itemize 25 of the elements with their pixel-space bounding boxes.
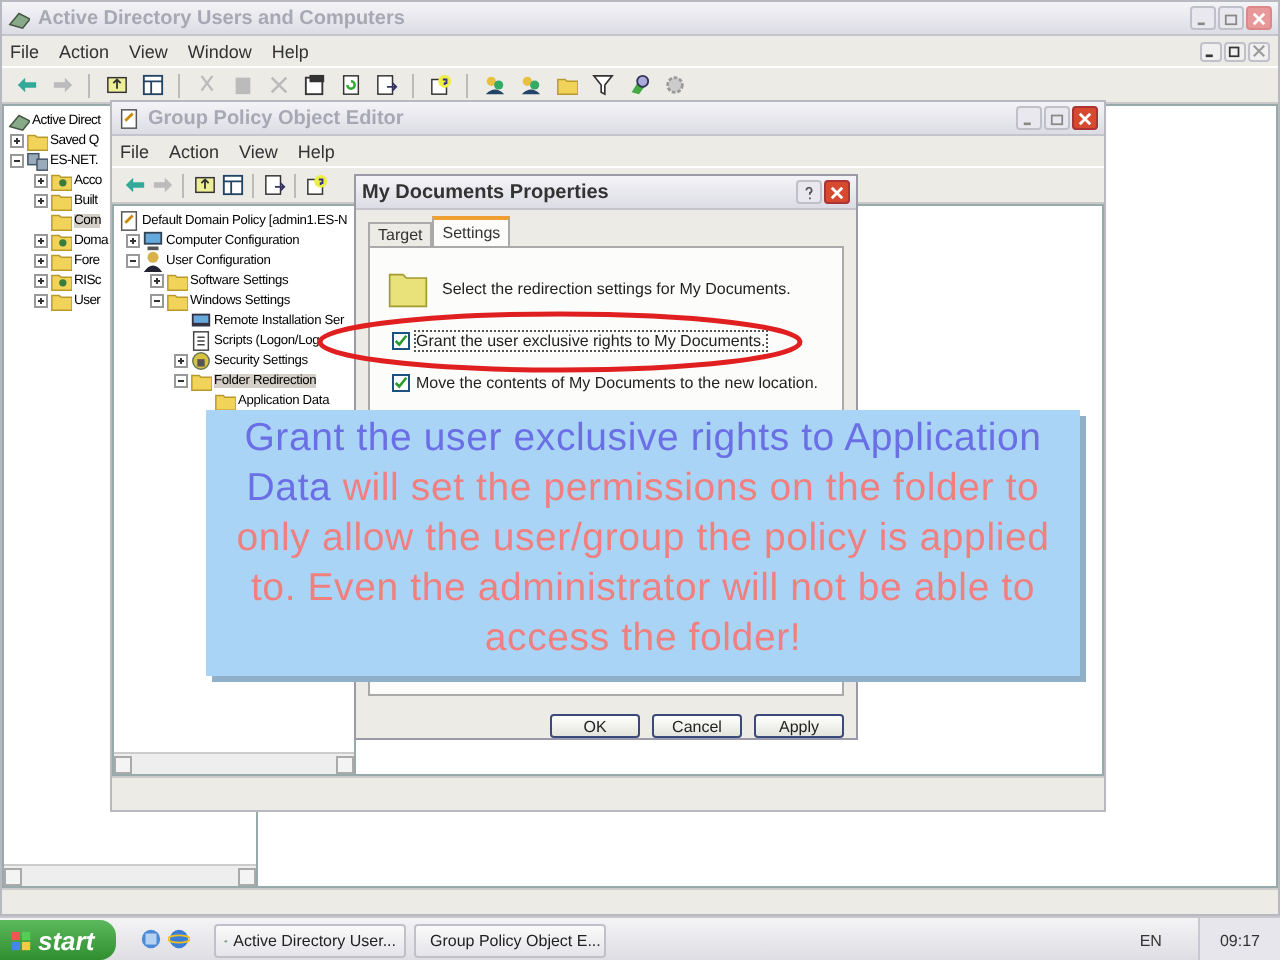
menu-item[interactable]: Help	[271, 41, 309, 61]
menu-item[interactable]: File	[120, 141, 150, 161]
menu-item[interactable]: View	[129, 41, 168, 61]
dialog-button[interactable]: Cancel	[652, 714, 742, 738]
menu-item[interactable]: File	[10, 41, 40, 61]
taskbar-button[interactable]: Active Directory User...	[214, 923, 406, 957]
checkbox-label[interactable]: Move the contents of My Documents to the new location.	[416, 374, 818, 392]
callout-text: Grant the user exclusive rights to Application Data will set the permissions on the folder to only allow the user/group the policy is applied to. Even the administrator will not be able to access the folder!	[206, 410, 1080, 676]
tab[interactable]: Target	[368, 222, 433, 246]
language-indicator[interactable]: EN	[1139, 931, 1162, 949]
dialog-title: My Documents Properties	[362, 181, 611, 203]
dialog-button[interactable]: Apply	[754, 714, 844, 738]
menu-item[interactable]: View	[239, 141, 278, 161]
menu-item[interactable]: Action	[169, 141, 220, 161]
window-title: Group Policy Object Editor	[148, 107, 406, 129]
menu-item[interactable]: Window	[187, 41, 252, 61]
checkbox-label[interactable]: Grant the user exclusive rights to My Documents.	[416, 332, 766, 350]
menu-item[interactable]: Action	[59, 41, 110, 61]
menu-item[interactable]: Help	[297, 141, 335, 161]
description-text: Select the redirection settings for My Documents.	[442, 279, 791, 297]
window-title: Active Directory Users and Computers	[38, 7, 407, 29]
dialog-button[interactable]: OK	[550, 714, 640, 738]
tab[interactable]: Settings	[432, 216, 511, 246]
clock: 09:17	[1197, 918, 1280, 960]
taskbar-button[interactable]: Group Policy Object E...	[414, 923, 606, 957]
